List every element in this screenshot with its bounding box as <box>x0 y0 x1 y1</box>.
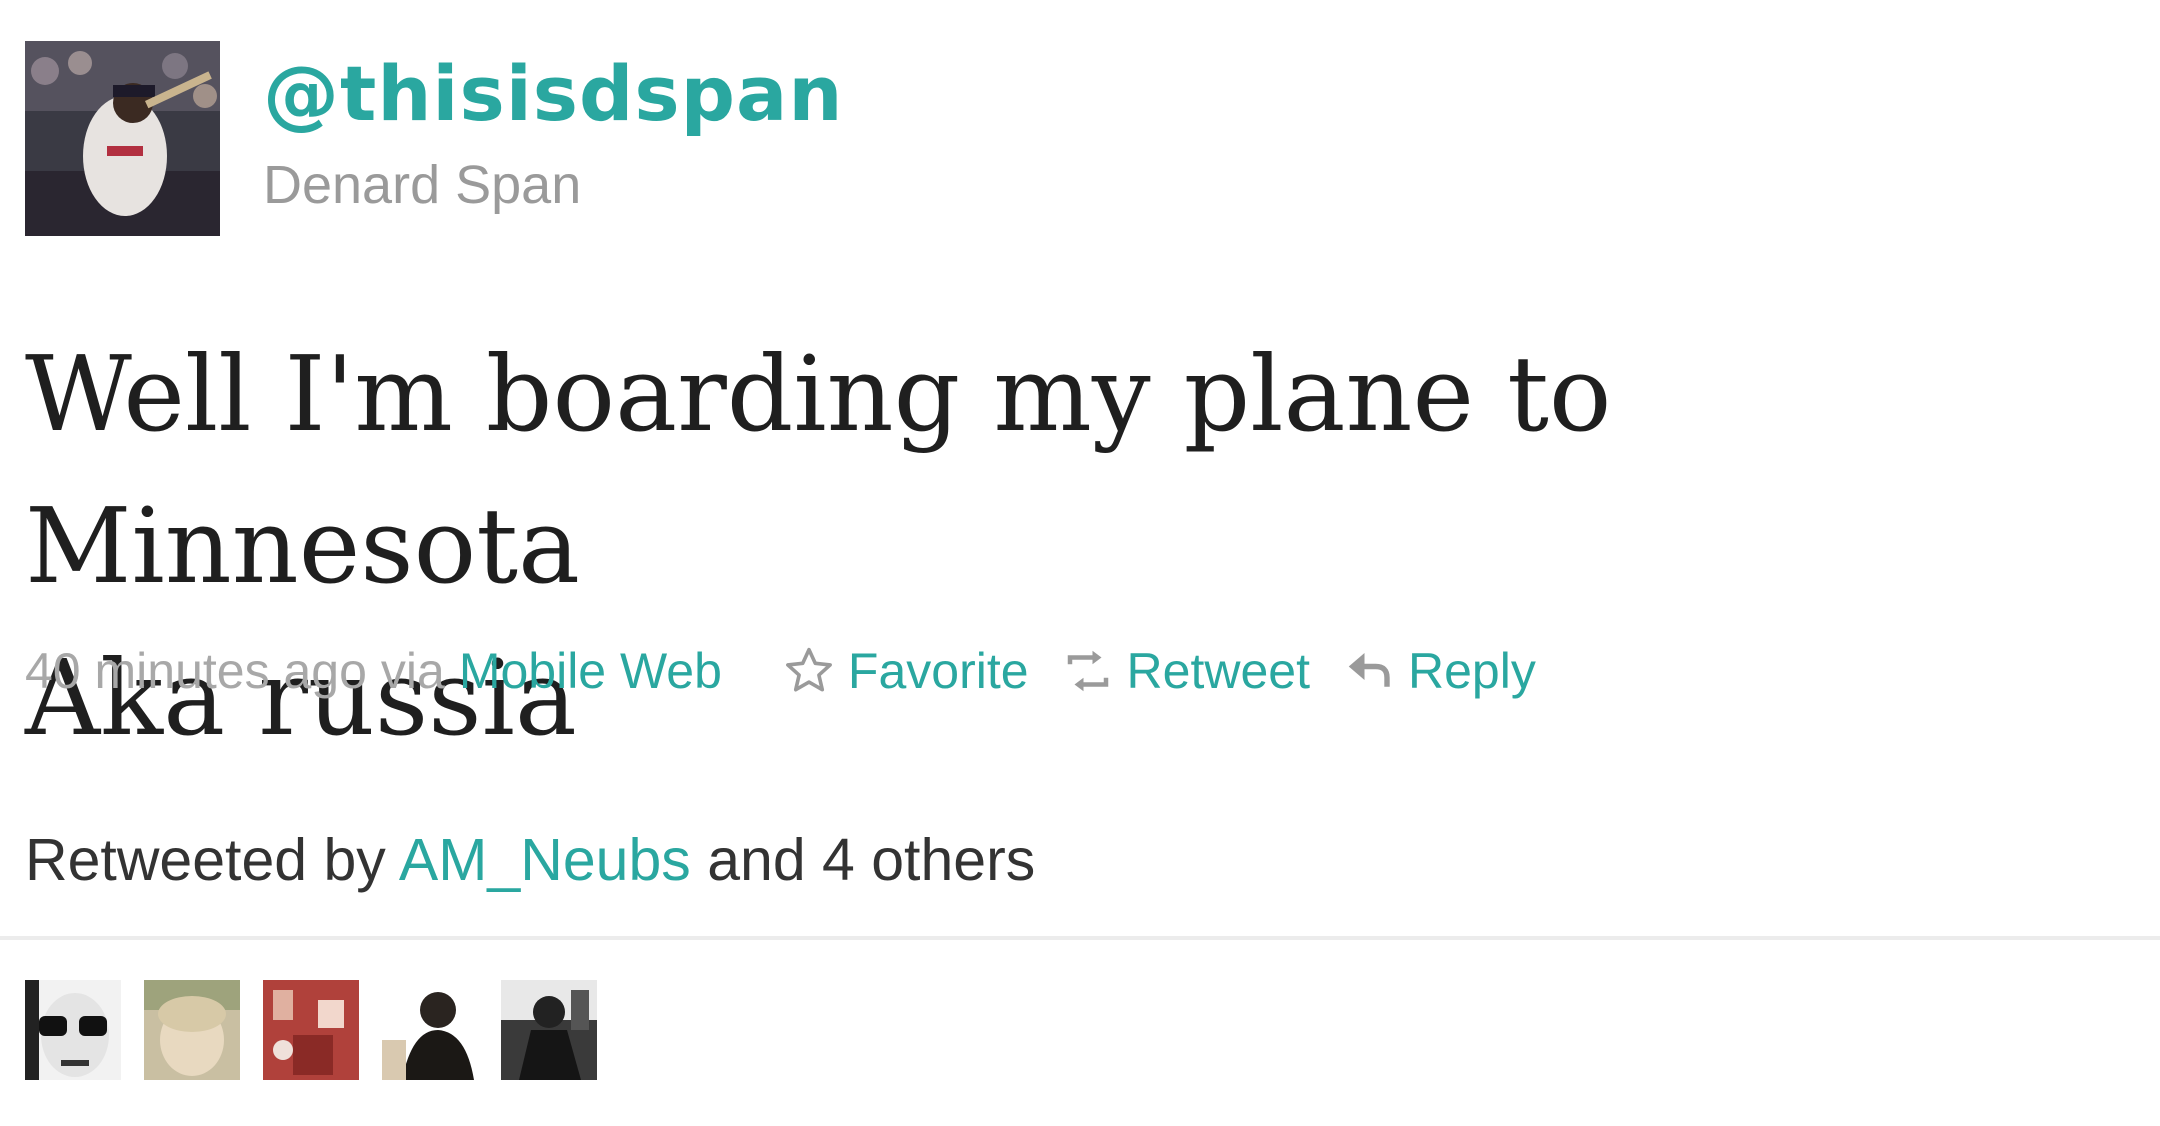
favorite-button[interactable]: Favorite <box>782 642 1029 700</box>
retweeter-avatar[interactable] <box>501 980 597 1080</box>
reply-button[interactable]: Reply <box>1342 642 1536 700</box>
retweet-arrows-icon <box>1061 644 1115 698</box>
retweeter-avatar[interactable] <box>25 980 121 1080</box>
retweeter-avatar[interactable] <box>263 980 359 1080</box>
tweet-page: @thisisdspan Denard Span Well I'm boardi… <box>0 0 2160 1126</box>
tweet-text-line-1: Well I'm boarding my plane to Minnesota <box>25 333 1612 607</box>
tweet-meta-row: 40 minutes ago via Mobile Web Favorite R… <box>25 636 1536 706</box>
favorite-label: Favorite <box>847 643 1029 699</box>
divider <box>0 936 2160 940</box>
profile-avatar[interactable] <box>25 41 220 236</box>
retweeter-avatars <box>25 980 620 1080</box>
retweeter-user-link[interactable]: AM_Neubs <box>399 827 691 893</box>
retweeted-by-suffix: and 4 others <box>707 827 1036 893</box>
retweet-label: Retweet <box>1126 643 1310 699</box>
profile-avatar-image <box>25 41 220 236</box>
user-handle-link[interactable]: @thisisdspan <box>263 46 843 142</box>
tweet-timestamp[interactable]: 40 minutes ago <box>25 642 367 700</box>
user-full-name: Denard Span <box>263 155 582 215</box>
reply-arrow-icon <box>1342 644 1396 698</box>
star-outline-icon <box>782 644 836 698</box>
via-label: via <box>380 643 445 699</box>
retweeter-avatar[interactable] <box>144 980 240 1080</box>
retweeter-avatar[interactable] <box>382 980 478 1080</box>
tweet-source-link[interactable]: Mobile Web <box>459 642 722 700</box>
retweeted-by-line: Retweeted by AM_Neubs and 4 others <box>25 820 1035 900</box>
retweeted-by-prefix: Retweeted by <box>25 827 386 893</box>
retweet-button[interactable]: Retweet <box>1061 642 1310 700</box>
reply-label: Reply <box>1407 643 1536 699</box>
